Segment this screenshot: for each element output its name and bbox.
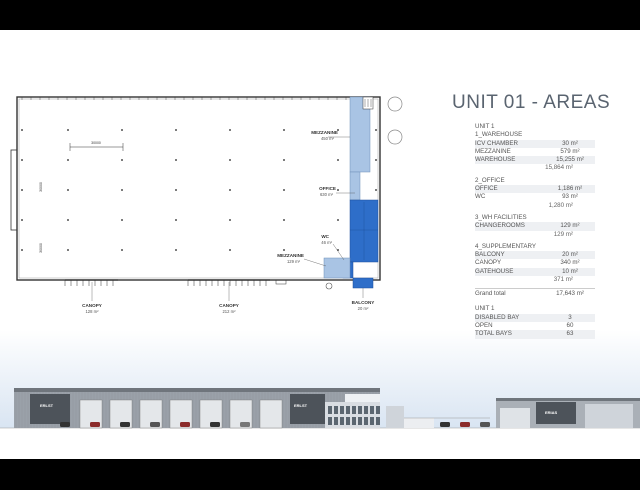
bay-row-value: 3 bbox=[568, 313, 572, 321]
bay-row: DISABLED BAY 3 bbox=[475, 313, 595, 322]
page-title: UNIT 01 - AREAS bbox=[452, 92, 611, 113]
area-row-value: 579 m² bbox=[560, 147, 580, 155]
areas-schedule: UNIT 1 1_WAREHOUSE ICV CHAMBER 30 m² MEZZAN… bbox=[475, 123, 595, 339]
label-canopy-right: CANOPY bbox=[219, 303, 239, 308]
area-row-value: 340 m² bbox=[560, 259, 580, 267]
canopy-ticks bbox=[64, 279, 287, 286]
area-group-heading: 1_WAREHOUSE bbox=[475, 131, 523, 139]
area-row: OFFICE 1,186 m² bbox=[475, 185, 595, 194]
area-row-label: WC bbox=[475, 193, 486, 201]
label-canopy-right-area: 212 m² bbox=[222, 309, 236, 314]
area-row-value: 30 m² bbox=[562, 139, 578, 147]
area-group-total: 1,280 m² bbox=[548, 201, 573, 209]
area-row: MEZZANINE 579 m² bbox=[475, 148, 595, 156]
area-row: GATEHOUSE 10 m² bbox=[475, 267, 595, 277]
sign-right: ERIAS bbox=[545, 410, 558, 415]
label-mezzanine-bottom: MEZZANINE bbox=[277, 253, 304, 258]
area-row-label: OFFICE bbox=[475, 185, 498, 193]
bay-row: TOTAL BAYS 63 bbox=[475, 330, 595, 339]
area-row-label: GATEHOUSE bbox=[475, 267, 514, 275]
dimension-top: 30000 bbox=[91, 141, 101, 145]
floor-plan: 30000 30000 30000 MEZZANINE 450 m² OFFIC… bbox=[10, 96, 403, 314]
slide: 30000 30000 30000 MEZZANINE 450 m² OFFIC… bbox=[0, 30, 640, 459]
area-row-value: 20 m² bbox=[562, 251, 578, 259]
area-row-value: 93 m² bbox=[562, 193, 578, 201]
area-row-value: 15,255 m² bbox=[556, 156, 584, 164]
mezzanine-bottom-area bbox=[323, 257, 351, 279]
area-row: CANOPY 340 m² bbox=[475, 259, 595, 267]
area-row-label: ICV CHAMBER bbox=[475, 139, 518, 147]
label-wc: WC bbox=[321, 234, 329, 239]
bay-row-label: DISABLED BAY bbox=[475, 313, 520, 321]
area-row-label: CANOPY bbox=[475, 259, 502, 267]
bays-schedule: DISABLED BAY 3 OPEN 60 TOTAL BAYS 63 bbox=[475, 313, 595, 339]
label-office: OFFICE bbox=[319, 186, 336, 191]
area-group-total: 371 m² bbox=[553, 276, 573, 284]
area-row-value: 10 m² bbox=[562, 267, 578, 275]
area-row: WAREHOUSE 15,255 m² bbox=[475, 156, 595, 165]
bays-unit-label: UNIT 1 bbox=[475, 305, 495, 313]
area-row: ICV CHAMBER 30 m² bbox=[475, 139, 595, 148]
dimension-left-2: 30000 bbox=[39, 243, 43, 253]
area-group-heading: 4_SUPPLEMENTARY bbox=[475, 242, 536, 250]
elevation-building-left: ERLST ERLST bbox=[14, 388, 380, 429]
bay-row: OPEN 60 bbox=[475, 322, 595, 330]
sign-left-1: ERLST bbox=[40, 403, 54, 408]
area-group-total: 129 m² bbox=[553, 230, 573, 238]
balcony-area bbox=[352, 277, 374, 289]
dimension-left-1: 30000 bbox=[39, 182, 43, 192]
area-row-value: 1,186 m² bbox=[557, 185, 583, 193]
label-wc-area: 46 m² bbox=[321, 240, 332, 245]
area-group-heading: 2_OFFICE bbox=[475, 176, 505, 184]
area-row-label: MEZZANINE bbox=[475, 147, 511, 155]
bay-row-label: TOTAL BAYS bbox=[475, 330, 512, 338]
grand-total-row: Grand total 17,643 m² bbox=[475, 288, 595, 298]
label-office-area: 630 m² bbox=[320, 192, 334, 197]
area-row-value: 129 m² bbox=[560, 222, 580, 230]
label-canopy-left: CANOPY bbox=[82, 303, 102, 308]
area-row: CHANGEROOMS 129 m² bbox=[475, 222, 595, 231]
area-row-label: WAREHOUSE bbox=[475, 156, 516, 164]
label-canopy-left-area: 128 m² bbox=[85, 309, 99, 314]
elevation-building-right: ERIAS bbox=[496, 398, 640, 428]
area-groups: 1_WAREHOUSE ICV CHAMBER 30 m² MEZZANINE 579 … bbox=[475, 131, 595, 288]
label-balcony-area: 20 m² bbox=[358, 306, 369, 311]
area-row-label: CHANGEROOMS bbox=[475, 222, 525, 230]
label-balcony: BALCONY bbox=[352, 300, 375, 305]
tank-circle-1 bbox=[387, 96, 403, 112]
grand-total-label: Grand total bbox=[475, 290, 506, 298]
grand-total-value: 17,643 m² bbox=[556, 290, 584, 298]
area-row: BALCONY 20 m² bbox=[475, 251, 595, 260]
area-row-label: BALCONY bbox=[475, 251, 505, 259]
area-group-total: 15,864 m² bbox=[545, 164, 573, 172]
label-mezzanine-top: MEZZANINE bbox=[311, 130, 338, 135]
areas-unit-label: UNIT 1 bbox=[475, 123, 495, 130]
sign-left-2: ERLST bbox=[294, 403, 308, 408]
area-group-heading: 3_WH FACILITIES bbox=[475, 213, 527, 221]
tank-circle-2 bbox=[387, 129, 403, 145]
area-row: WC 93 m² bbox=[475, 193, 595, 201]
elevation-render: ERLST ERLST ERIAS bbox=[0, 330, 640, 459]
bay-row-value: 63 bbox=[566, 330, 574, 338]
bay-row-value: 60 bbox=[566, 321, 574, 329]
bay-row-label: OPEN bbox=[475, 321, 493, 329]
label-mezzanine-bottom-area: 129 m² bbox=[287, 259, 301, 264]
label-mezzanine-top-area: 450 m² bbox=[321, 136, 335, 141]
